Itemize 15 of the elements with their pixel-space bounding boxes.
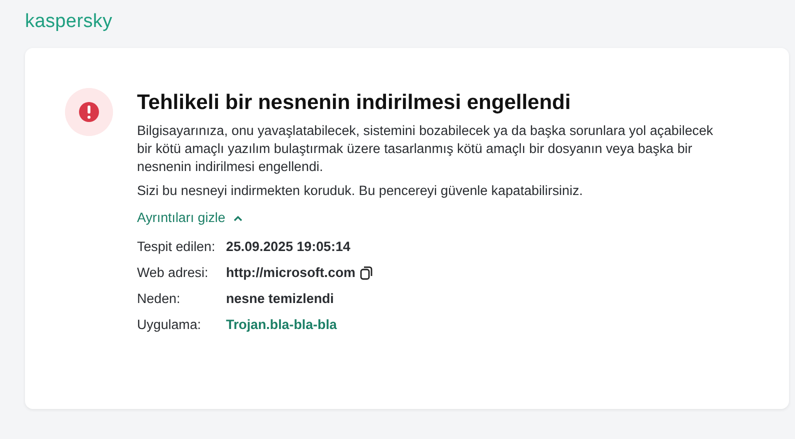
copy-icon[interactable] [360, 266, 374, 280]
message-text: Bilgisayarınıza, onu yavaşlatabilecek, sistemini bozabilecek ya da başka sorunlara yol açabilecek bir kötü amaçlı yazılım bulaştırmak üzere tasarlanmış kötü amaçlı bir dosyanın veya başka bir nesnenin indirilmesi engellendi. [137, 122, 714, 176]
alert-title: Tehlikeli bir nesnenin indirilmesi engellendi [137, 90, 572, 116]
detail-label: Uygulama: [137, 316, 202, 334]
detail-value: http://microsoft.com [226, 264, 356, 282]
brand-logo: kaspersky [25, 12, 112, 31]
detail-label: Tespit edilen: [137, 238, 216, 256]
details-toggle-link[interactable]: Ayrıntıları gizle [137, 208, 244, 228]
detail-value: 25.09.2025 19:05:14 [226, 238, 350, 256]
caret-up-icon [233, 214, 244, 222]
detail-label: Neden: [137, 290, 182, 308]
detail-value: nesne temizlendi [226, 290, 334, 308]
detail-link[interactable]: Trojan.bla-bla-bla [226, 315, 337, 336]
detail-label: Web adresi: [137, 264, 210, 282]
message-text: Sizi bu nesneyi indirmekten koruduk. Bu pencereyi güvenle kapatabilirsiniz. [137, 182, 584, 200]
